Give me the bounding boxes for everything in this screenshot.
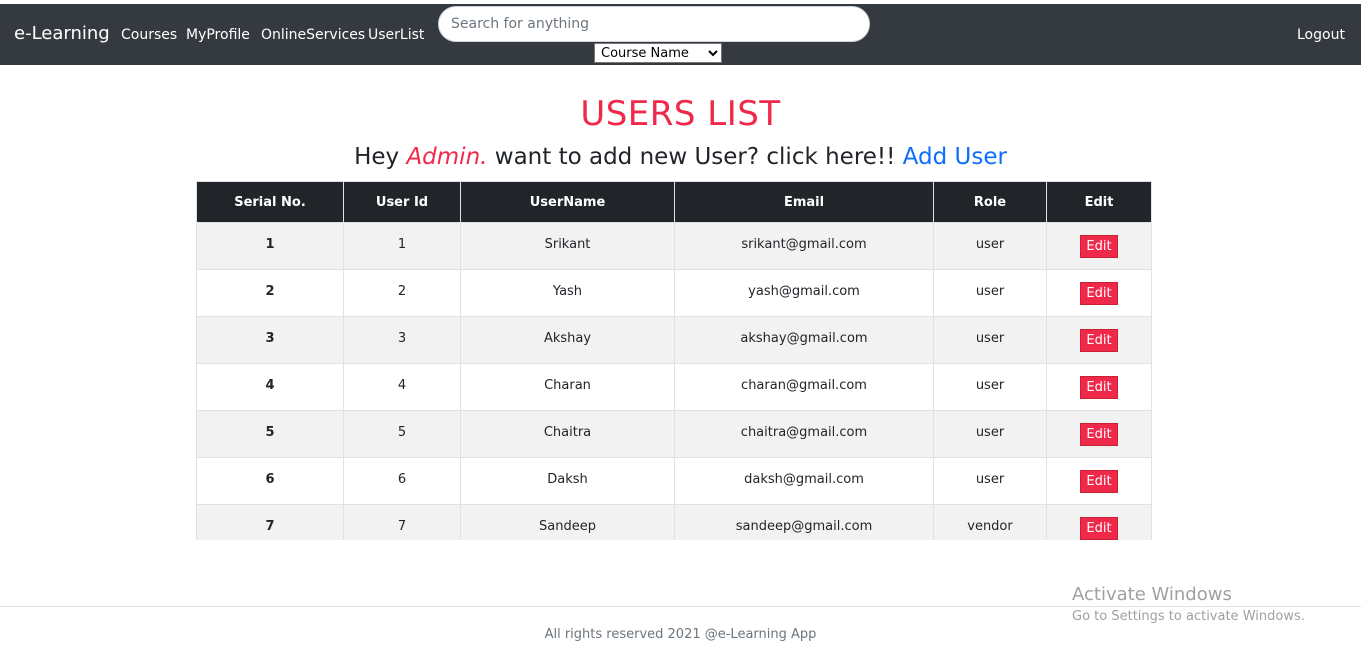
cell-user-id: 7 xyxy=(343,504,461,540)
table-row: 5 5 Chaitra chaitra@gmail.com user Edit xyxy=(196,410,1152,458)
cell-role: vendor xyxy=(933,504,1047,540)
edit-button[interactable]: Edit xyxy=(1080,516,1118,540)
cell-user-id: 5 xyxy=(343,410,461,458)
cell-role: user xyxy=(933,316,1047,364)
cell-edit: Edit xyxy=(1046,504,1152,540)
nav-link-onlineservices[interactable]: OnlineServices xyxy=(261,27,365,43)
cell-user-id: 6 xyxy=(343,457,461,505)
cell-serial: 1 xyxy=(196,222,344,270)
cell-edit: Edit xyxy=(1046,457,1152,505)
table-row: 2 2 Yash yash@gmail.com user Edit xyxy=(196,269,1152,317)
course-name-select[interactable]: Course Name xyxy=(594,43,722,63)
admin-name: Admin. xyxy=(406,144,488,170)
header-email: Email xyxy=(674,181,934,223)
cell-edit: Edit xyxy=(1046,269,1152,317)
header-serial-no: Serial No. xyxy=(196,181,344,223)
edit-button[interactable]: Edit xyxy=(1080,234,1118,258)
cell-serial: 3 xyxy=(196,316,344,364)
header-username: UserName xyxy=(460,181,675,223)
users-table: Serial No. User Id UserName Email Role E… xyxy=(196,181,1152,540)
add-user-link[interactable]: Add User xyxy=(903,144,1007,170)
cell-edit: Edit xyxy=(1046,410,1152,458)
table-row: 3 3 Akshay akshay@gmail.com user Edit xyxy=(196,316,1152,364)
cell-serial: 4 xyxy=(196,363,344,411)
cell-serial: 7 xyxy=(196,504,344,540)
cell-email: chaitra@gmail.com xyxy=(674,410,934,458)
activate-windows-title: Activate Windows xyxy=(1072,584,1232,605)
cell-serial: 5 xyxy=(196,410,344,458)
nav-link-userlist[interactable]: UserList xyxy=(368,27,424,43)
nav-link-myprofile[interactable]: MyProfile xyxy=(186,27,250,43)
edit-button[interactable]: Edit xyxy=(1080,469,1118,493)
cell-user-id: 3 xyxy=(343,316,461,364)
brand-logo[interactable]: e-Learning xyxy=(14,23,110,44)
cell-role: user xyxy=(933,457,1047,505)
table-row: 4 4 Charan charan@gmail.com user Edit xyxy=(196,363,1152,411)
welcome-message: Hey Admin. want to add new User? click h… xyxy=(0,144,1361,170)
cell-email: akshay@gmail.com xyxy=(674,316,934,364)
cell-username: Yash xyxy=(460,269,675,317)
footer-text: All rights reserved 2021 @e-Learning App xyxy=(544,627,817,642)
edit-button[interactable]: Edit xyxy=(1080,328,1118,352)
cell-username: Charan xyxy=(460,363,675,411)
navbar: e-Learning Courses MyProfile OnlineServi… xyxy=(0,4,1361,65)
edit-button[interactable]: Edit xyxy=(1080,422,1118,446)
cell-role: user xyxy=(933,363,1047,411)
cell-edit: Edit xyxy=(1046,363,1152,411)
cell-user-id: 2 xyxy=(343,269,461,317)
cell-email: yash@gmail.com xyxy=(674,269,934,317)
cell-edit: Edit xyxy=(1046,316,1152,364)
nav-link-courses[interactable]: Courses xyxy=(121,27,177,43)
greeting-text: Hey xyxy=(354,144,407,170)
cell-username: Daksh xyxy=(460,457,675,505)
prompt-text: want to add new User? click here!! xyxy=(487,144,903,170)
cell-email: srikant@gmail.com xyxy=(674,222,934,270)
footer-divider xyxy=(0,606,1361,607)
cell-email: daksh@gmail.com xyxy=(674,457,934,505)
cell-serial: 2 xyxy=(196,269,344,317)
page-title: USERS LIST xyxy=(580,94,781,134)
cell-role: user xyxy=(933,410,1047,458)
activate-windows-subtitle: Go to Settings to activate Windows. xyxy=(1072,609,1305,624)
header-role: Role xyxy=(933,181,1047,223)
cell-role: user xyxy=(933,222,1047,270)
edit-button[interactable]: Edit xyxy=(1080,375,1118,399)
table-header-row: Serial No. User Id UserName Email Role E… xyxy=(196,181,1152,223)
cell-username: Sandeep xyxy=(460,504,675,540)
cell-email: sandeep@gmail.com xyxy=(674,504,934,540)
header-user-id: User Id xyxy=(343,181,461,223)
table-row: 1 1 Srikant srikant@gmail.com user Edit xyxy=(196,222,1152,270)
table-row: 6 6 Daksh daksh@gmail.com user Edit xyxy=(196,457,1152,505)
cell-user-id: 1 xyxy=(343,222,461,270)
cell-serial: 6 xyxy=(196,457,344,505)
cell-username: Srikant xyxy=(460,222,675,270)
table-row: 7 7 Sandeep sandeep@gmail.com vendor Edi… xyxy=(196,504,1152,540)
users-table-container: Serial No. User Id UserName Email Role E… xyxy=(196,181,1168,540)
search-input[interactable] xyxy=(438,6,870,42)
cell-username: Chaitra xyxy=(460,410,675,458)
header-edit: Edit xyxy=(1046,181,1152,223)
logout-link[interactable]: Logout xyxy=(1297,27,1345,43)
cell-username: Akshay xyxy=(460,316,675,364)
cell-email: charan@gmail.com xyxy=(674,363,934,411)
edit-button[interactable]: Edit xyxy=(1080,281,1118,305)
cell-user-id: 4 xyxy=(343,363,461,411)
cell-role: user xyxy=(933,269,1047,317)
cell-edit: Edit xyxy=(1046,222,1152,270)
